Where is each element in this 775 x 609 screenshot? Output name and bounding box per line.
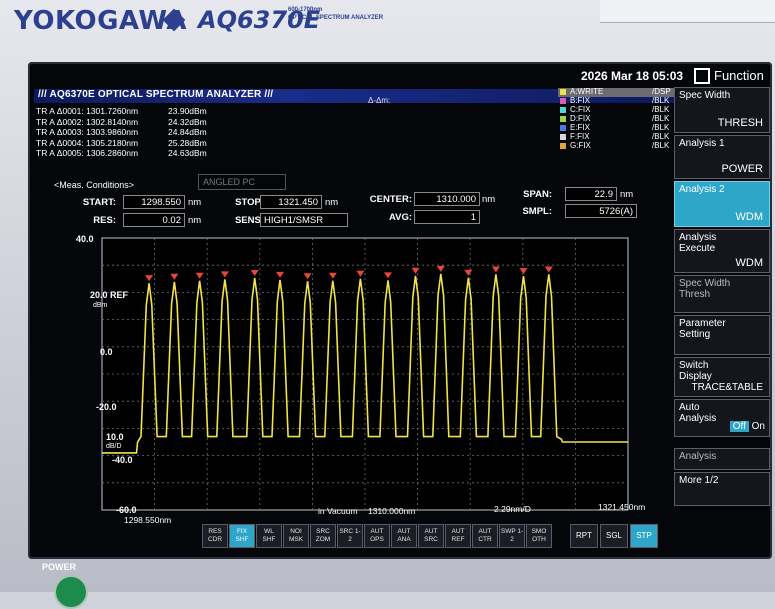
auto-analysis-toggle[interactable]: Off On: [729, 421, 765, 432]
y-tick-ref: 20.0 REF: [90, 290, 129, 300]
btn-src-1-2[interactable]: SRC 1-2: [337, 524, 363, 548]
btn-aut-ref[interactable]: AUT REF: [445, 524, 471, 548]
softkey-analysis[interactable]: Analysis: [674, 448, 770, 470]
x-stop-label: 1321.450nm: [598, 502, 646, 512]
btn-aut-src[interactable]: AUT SRC: [418, 524, 444, 548]
btn-swp-1-2[interactable]: SWP 1-2: [499, 524, 525, 548]
softkey-more[interactable]: More 1/2: [674, 472, 770, 506]
softkey-spec-width-thresh[interactable]: Spec Width Thresh: [674, 275, 770, 313]
spectrum-chart: [101, 237, 629, 511]
btn-src-zom[interactable]: SRC ZOM: [310, 524, 336, 548]
y-scale-value: 10.0: [106, 432, 124, 442]
softkey-analysis-execute[interactable]: Analysis Execute WDM: [674, 229, 770, 273]
btn-noi-msk[interactable]: NOI MSK: [283, 524, 309, 548]
btn-res-cdr[interactable]: RES CDR: [202, 524, 228, 548]
btn-repeat[interactable]: RPT: [570, 524, 598, 548]
btn-fix-shf[interactable]: FIX SHF: [229, 524, 255, 548]
softkey-auto-analysis[interactable]: Auto Analysis Off On: [674, 399, 770, 437]
y-tick-0: 0.0: [100, 347, 113, 357]
x-center-label: 1310.000nm: [368, 506, 416, 516]
btn-aut-ana[interactable]: AUT ANA: [391, 524, 417, 548]
vacuum-label: in Vacuum: [318, 506, 358, 516]
btn-stop[interactable]: STP: [630, 524, 658, 548]
x-start-label: 1298.550nm: [124, 515, 172, 525]
btn-aut-ctr[interactable]: AUT CTR: [472, 524, 498, 548]
btn-aut-ops[interactable]: AUT OPS: [364, 524, 390, 548]
softkey-spec-width[interactable]: Spec Width THRESH: [674, 87, 770, 133]
y-tick-minus40: -40.0: [112, 455, 133, 465]
brand-logo: YOKOGAWA: [14, 6, 188, 36]
y-ref-unit: dBm: [93, 302, 108, 309]
softkey-switch-display[interactable]: Switch Display TRACE&TABLE: [674, 357, 770, 397]
y-tick-top: 40.0: [76, 234, 94, 244]
softkey-analysis-1[interactable]: Analysis 1 POWER: [674, 135, 770, 179]
y-tick-bottom: -60.0: [116, 505, 137, 515]
screen: 2026 Mar 18 05:03 Function /// AQ6370E O…: [28, 62, 772, 559]
btn-smo-oth[interactable]: SMO OTH: [526, 524, 552, 548]
y-scale-unit: dB/D: [106, 443, 122, 450]
btn-wl-shf[interactable]: WL SHF: [256, 524, 282, 548]
x-scale-label: 2.29nm/D: [494, 504, 531, 514]
softkey-parameter-setting[interactable]: Parameter Setting: [674, 315, 770, 355]
btn-single[interactable]: SGL: [600, 524, 628, 548]
y-tick-minus20: -20.0: [96, 402, 117, 412]
model-subtitle: 600-1700nm OPTICAL SPECTRUM ANALYZER: [288, 7, 384, 21]
power-button[interactable]: [54, 575, 88, 609]
top-strip: [600, 0, 775, 23]
softkey-analysis-2[interactable]: Analysis 2 WDM: [674, 181, 770, 227]
power-label: POWER: [42, 562, 77, 572]
